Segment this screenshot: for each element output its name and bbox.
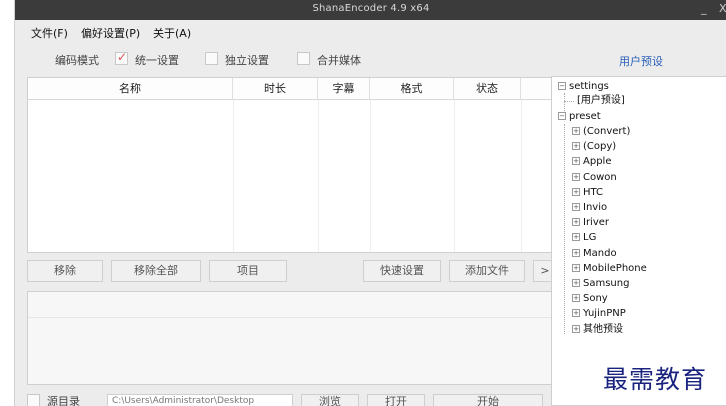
expand-icon[interactable]: +: [572, 279, 580, 287]
expand-icon[interactable]: +: [572, 309, 580, 318]
tree-node-preset-item[interactable]: + Samsung: [572, 277, 629, 291]
output-row: 源目录 C:\Users\Administrator\Desktop 浏览 打开…: [15, 392, 560, 406]
merge-media-label[interactable]: 合并媒体: [317, 52, 361, 68]
expand-icon[interactable]: +: [572, 248, 580, 257]
merge-media-checkbox[interactable]: [297, 52, 310, 65]
expand-icon[interactable]: +: [572, 172, 580, 181]
item-button[interactable]: 项目: [209, 260, 287, 282]
file-list[interactable]: 名称 时长 字幕 格式 状态: [27, 77, 560, 253]
column-duration[interactable]: 时长: [233, 78, 318, 100]
menu-about[interactable]: 关于(A): [153, 25, 191, 41]
tree-node-label: settings: [569, 81, 609, 92]
tree-node-preset[interactable]: − preset: [558, 110, 601, 124]
tree-node-label: 其他预设: [583, 323, 623, 335]
tree-node-settings[interactable]: − settings: [558, 80, 609, 94]
log-panel: [27, 291, 560, 385]
start-button[interactable]: 开始: [433, 394, 543, 406]
app-window: ShanaEncoder 4.9 x64 _ X 文件(F) 偏好设置(P) 关…: [14, 0, 726, 406]
source-folder-label: 源目录: [47, 395, 80, 406]
collapse-icon[interactable]: −: [558, 82, 566, 90]
add-file-button[interactable]: 添加文件: [449, 260, 525, 282]
tree-connector: [564, 124, 565, 334]
file-list-header: 名称 时长 字幕 格式 状态: [28, 78, 559, 100]
menu-preferences[interactable]: 偏好设置(P): [81, 25, 140, 41]
watermark-text: 最需教育: [603, 365, 708, 394]
source-folder-checkbox[interactable]: [27, 394, 40, 406]
expand-icon[interactable]: +: [572, 203, 580, 211]
quick-settings-button[interactable]: 快速设置: [363, 260, 441, 282]
output-path-field[interactable]: C:\Users\Administrator\Desktop: [107, 394, 293, 406]
tree-node-preset-item[interactable]: + Sony: [572, 292, 608, 306]
column-divider: [233, 100, 234, 252]
collapse-icon[interactable]: −: [558, 112, 566, 120]
tree-node-preset-item[interactable]: + YujinPNP: [572, 307, 626, 321]
tree-node-label: Sony: [583, 293, 608, 305]
tree-node-label: Samsung: [583, 278, 630, 289]
tree-node-label: (Copy): [583, 141, 617, 153]
tree-node-label: Mando: [583, 247, 617, 259]
expand-icon[interactable]: +: [572, 294, 580, 303]
tree-node-label: (Convert): [583, 126, 631, 137]
tree-node-preset-item[interactable]: + (Convert): [572, 125, 630, 139]
tree-node-preset-item[interactable]: + Invio: [572, 201, 607, 215]
independent-settings-checkbox[interactable]: [205, 52, 218, 65]
tree-node-preset-item[interactable]: + LG: [572, 231, 596, 245]
remove-button[interactable]: 移除: [27, 260, 103, 282]
column-divider: [521, 100, 522, 252]
user-preset-link[interactable]: 用户预设: [619, 53, 663, 69]
tree-node-label: Invio: [583, 202, 608, 213]
title-bar: ShanaEncoder 4.9 x64 _ X: [15, 0, 726, 20]
expand-icon[interactable]: +: [572, 157, 580, 166]
unified-settings-label[interactable]: 统一设置: [135, 52, 179, 68]
unified-settings-checkbox[interactable]: [115, 50, 128, 65]
tree-node-label: LG: [583, 232, 597, 244]
tree-node-label: HTC: [583, 186, 604, 198]
menu-bar: 文件(F) 偏好设置(P) 关于(A): [15, 22, 726, 42]
tree-node-label: YujinPNP: [583, 308, 626, 320]
remove-all-button[interactable]: 移除全部: [111, 260, 201, 282]
browse-button[interactable]: 浏览: [301, 394, 359, 406]
tree-node-preset-item[interactable]: + HTC: [572, 186, 603, 200]
encode-mode-label: 编码模式: [55, 54, 99, 67]
tree-connector: [564, 101, 574, 102]
expand-icon[interactable]: +: [572, 324, 580, 333]
column-divider: [370, 100, 371, 252]
tree-node-label: Cowon: [583, 171, 617, 183]
column-status[interactable]: 状态: [454, 78, 521, 100]
tree-node-label: Apple: [583, 156, 612, 168]
column-format[interactable]: 格式: [370, 78, 454, 100]
tree-node-preset-item[interactable]: + (Copy): [572, 140, 616, 154]
column-divider: [454, 100, 455, 252]
open-button[interactable]: 打开: [367, 394, 425, 406]
tree-node-preset-item[interactable]: + 其他预设: [572, 323, 623, 337]
close-button[interactable]: X: [719, 2, 726, 15]
window-title: ShanaEncoder 4.9 x64: [312, 3, 430, 14]
tree-node-label: MobilePhone: [583, 262, 647, 274]
expand-icon[interactable]: +: [572, 218, 580, 227]
menu-file[interactable]: 文件(F): [31, 25, 68, 41]
tree-node-label: preset: [569, 111, 601, 122]
tree-node-preset-item[interactable]: + Cowon: [572, 171, 617, 185]
encode-mode-row: 编码模式 统一设置 独立设置 合并媒体: [15, 50, 545, 70]
expand-icon[interactable]: +: [572, 127, 580, 135]
expand-icon[interactable]: +: [572, 187, 580, 196]
column-name[interactable]: 名称: [28, 78, 233, 100]
column-divider: [318, 100, 319, 252]
tree-node-label: Iriver: [583, 217, 610, 229]
expand-icon[interactable]: +: [572, 142, 580, 151]
independent-settings-label[interactable]: 独立设置: [225, 52, 269, 68]
tree-node-preset-item[interactable]: + Apple: [572, 155, 611, 169]
tree-node-preset-item[interactable]: + Mando: [572, 247, 617, 261]
tree-node-preset-item[interactable]: + MobilePhone: [572, 262, 647, 276]
expand-icon[interactable]: +: [572, 233, 580, 242]
column-subtitle[interactable]: 字幕: [318, 78, 370, 100]
minimize-button[interactable]: _: [701, 2, 707, 15]
preset-tree[interactable]: − settings [用户预设] − preset + (Convert) + (Cop…: [551, 76, 726, 406]
log-divider: [28, 317, 559, 318]
tree-node-preset-item[interactable]: + Iriver: [572, 216, 609, 230]
expand-icon[interactable]: +: [572, 263, 580, 272]
tree-node-user-preset[interactable]: [用户预设]: [577, 94, 625, 108]
list-action-bar: 移除 移除全部 项目 快速设置 添加文件 >: [27, 260, 560, 282]
